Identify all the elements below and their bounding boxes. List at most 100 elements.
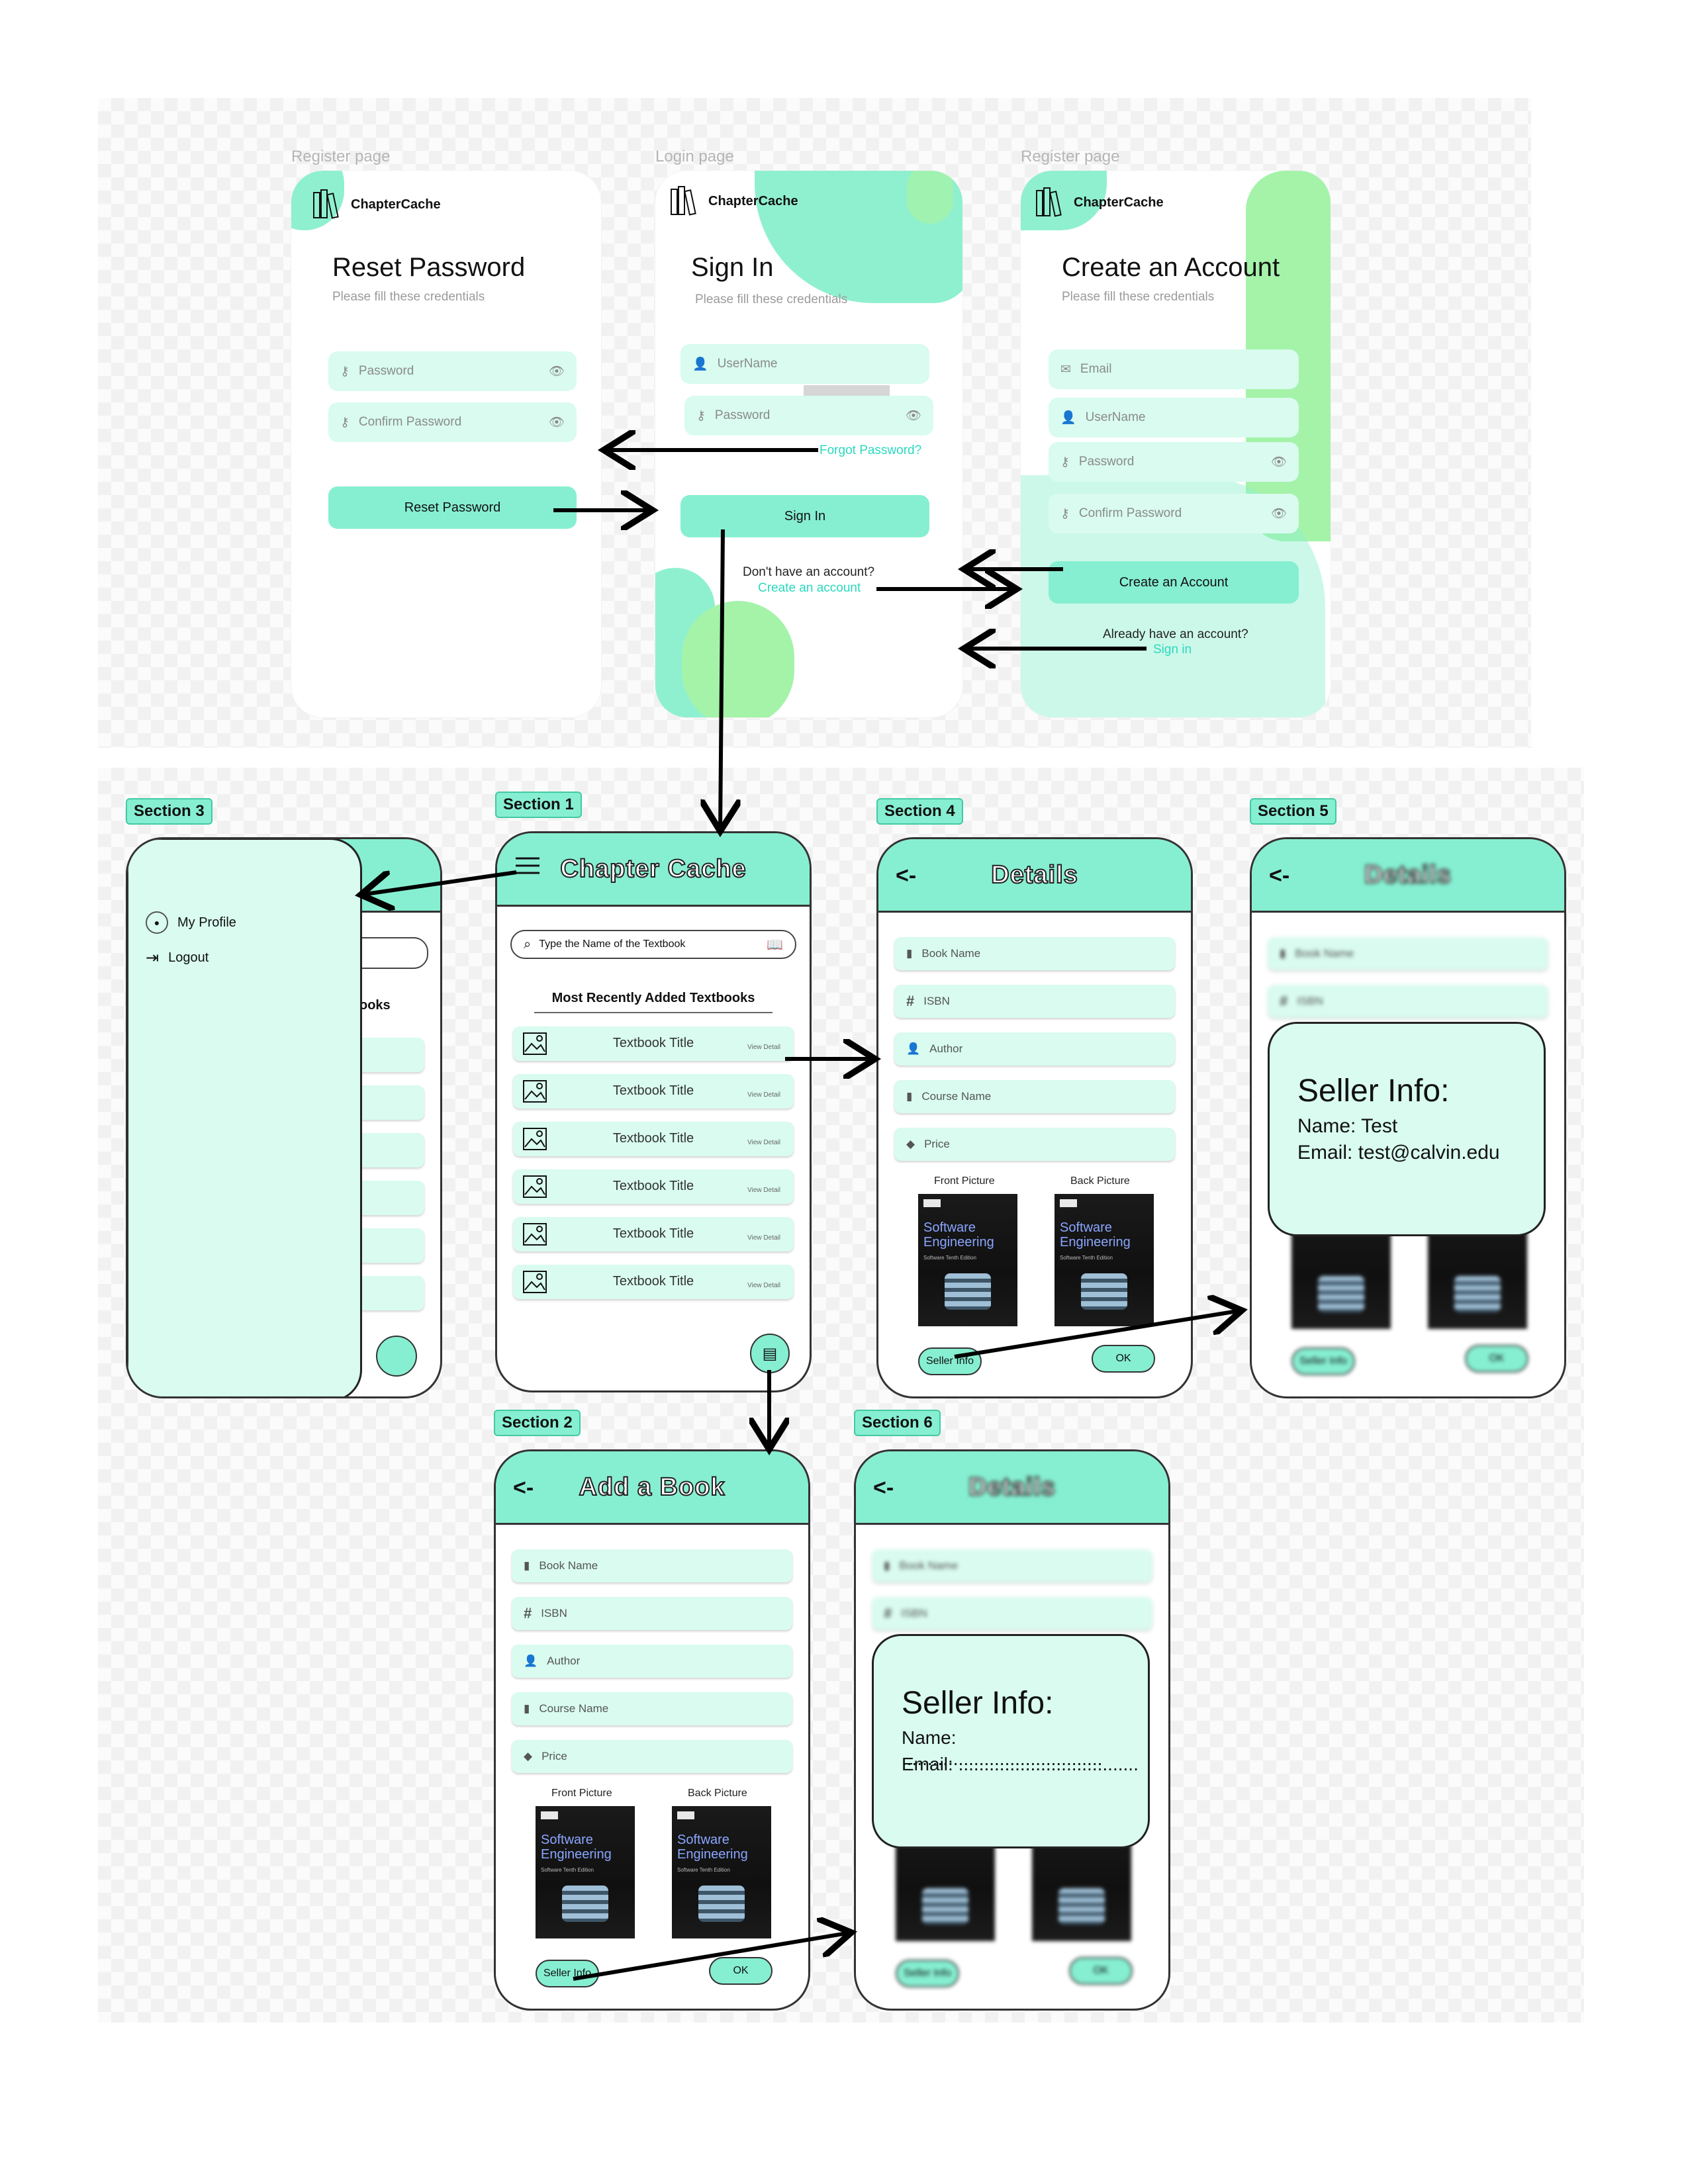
drawer-screen: ooks ● My Profile ⇥ Logout [126,837,442,1398]
mail-icon: ✉ [1060,362,1071,377]
cover-author: Software Tenth Edition [541,1867,594,1873]
eye-icon[interactable]: 👁 [1271,454,1287,470]
seller-info-button[interactable]: Seller Info [918,1347,982,1375]
field-placeholder: Price [541,1750,567,1762]
add-book-screen: <- Add a Book ▮ Book Name # ISBN 👤 Author ▮… [494,1449,810,2011]
home-screen: Chapter Cache ⌕ Type the Name of the Tex… [495,831,812,1392]
search-icon: ⌕ [524,936,532,952]
course-name-input[interactable]: ▮ Course Name [512,1692,792,1725]
menu-item-logout[interactable]: ⇥ Logout [146,948,209,968]
field-label: Author [929,1042,963,1055]
cover-title-line: Software [541,1833,593,1847]
search-bar[interactable]: ⌕ Type the Name of the Textbook 📖 [510,930,796,959]
key-icon: ⚷ [696,408,706,423]
view-detail-link[interactable]: View Detail [747,1234,780,1242]
add-book-fab[interactable]: ▤ [750,1334,790,1373]
view-detail-link[interactable]: View Detail [747,1187,780,1194]
front-picture-label: Front Picture [551,1788,612,1799]
textbook-row[interactable]: Textbook Title View Detail [513,1122,794,1156]
front-cover-upload[interactable]: Software Engineering Software Tenth Editio… [536,1806,635,1938]
cover-title-line: Engineering [541,1847,612,1862]
eye-icon[interactable]: 👁 [1271,506,1287,522]
cover-art [1454,1276,1501,1312]
key-icon: ⚷ [340,415,350,430]
field-label: Course Name [921,1090,992,1103]
textbook-row[interactable]: Textbook Title View Detail [513,1265,794,1299]
password-field[interactable]: ⚷ Password 👁 [1049,442,1299,482]
sign-in-button[interactable]: Sign In [680,495,929,537]
password-field[interactable]: ⚷ Password 👁 [328,351,577,391]
username-field[interactable]: 👤 UserName [680,344,929,384]
back-cover-upload[interactable]: Software Engineering Software Tenth Editio… [672,1806,771,1938]
eye-icon[interactable]: 👁 [549,414,565,430]
seller-email-input[interactable]: Email: .................................… [902,1754,1139,1775]
hash-icon: # [1280,993,1288,1009]
confirm-password-field[interactable]: ⚷ Confirm Password 👁 [1049,494,1299,533]
cover-art [562,1886,608,1922]
view-detail-link[interactable]: View Detail [747,1139,780,1146]
eye-icon[interactable]: 👁 [906,408,921,424]
cover-art [945,1273,991,1310]
isbn-input[interactable]: # ISBN [512,1597,792,1630]
profile-icon: ● [146,911,168,934]
forgot-password-link[interactable]: Forgot Password? [820,443,921,458]
view-detail-link[interactable]: View Detail [747,1091,780,1099]
brand-name: ChapterCache [1074,195,1164,210]
field-label: ISBN [923,995,950,1007]
price-input[interactable]: ◆ Price [512,1740,792,1773]
email-placeholder: Email [1080,362,1112,376]
have-account-text: Already have an account? [1103,627,1248,641]
book-icon: ▮ [524,1702,530,1715]
back-arrow-icon[interactable]: <- [1269,863,1289,889]
menu-item-label: Logout [168,950,209,965]
create-account-button[interactable]: Create an Account [1049,561,1299,604]
section-tag: Section 5 [1250,798,1336,825]
hash-icon: # [884,1605,892,1621]
cover-title-line: Engineering [1060,1235,1131,1250]
view-detail-link[interactable]: View Detail [747,1044,780,1051]
ok-button[interactable]: OK [1092,1345,1155,1373]
create-account-link[interactable]: Create an account [758,581,861,596]
confirm-password-placeholder: Confirm Password [358,415,462,429]
menu-item-profile[interactable]: ● My Profile [146,911,236,934]
books-icon [671,186,696,216]
book-name-field: ▮ Book Name [1268,937,1548,970]
confirm-password-field[interactable]: ⚷ Confirm Password 👁 [328,402,577,442]
seller-info-button[interactable]: Seller Info [536,1960,599,1987]
front-cover-image: Software Engineering Software Tenth Editio… [918,1194,1017,1326]
section-tag: Section 1 [495,792,582,818]
back-arrow-icon[interactable]: <- [513,1475,534,1501]
cover-art [698,1886,745,1922]
back-arrow-icon[interactable]: <- [896,863,916,889]
eye-icon[interactable]: 👁 [549,363,565,379]
sign-in-link[interactable]: Sign in [1153,643,1192,657]
reset-password-button[interactable]: Reset Password [328,486,577,529]
add-book-fab[interactable] [376,1336,417,1377]
author-field: 👤 Author [894,1032,1175,1066]
textbook-row[interactable]: Textbook Title View Detail [513,1169,794,1204]
email-field[interactable]: ✉ Email [1049,349,1299,389]
field-placeholder: Author [547,1655,581,1667]
textbook-row[interactable]: Textbook Title View Detail [513,1217,794,1251]
behind-row [353,1038,424,1072]
cover-title: Software Engineering [1060,1220,1131,1250]
view-detail-link[interactable]: View Detail [747,1282,780,1289]
popup-title: Seller Info: [1297,1073,1450,1109]
username-field[interactable]: 👤 UserName [1049,398,1299,437]
password-field[interactable]: ⚷ Password 👁 [684,396,933,435]
app-header: <- Details [856,1451,1168,1525]
ok-button: OK [1069,1957,1133,1985]
textbook-row[interactable]: Textbook Title View Detail [513,1026,794,1061]
book-name-input[interactable]: ▮ Book Name [512,1549,792,1582]
cover-title-line: Software [1060,1220,1112,1235]
textbook-row[interactable]: Textbook Title View Detail [513,1074,794,1109]
back-arrow-icon[interactable]: <- [873,1475,894,1501]
cover-author: Software Tenth Edition [1060,1255,1113,1261]
author-input[interactable]: 👤 Author [512,1645,792,1678]
page-title: Sign In [691,253,774,282]
cover-title: Software Engineering [923,1220,994,1250]
ok-button[interactable]: OK [709,1957,773,1985]
hamburger-menu-icon[interactable] [514,856,541,876]
field-placeholder: Course Name [539,1702,609,1715]
section-tag: Section 4 [876,798,963,825]
